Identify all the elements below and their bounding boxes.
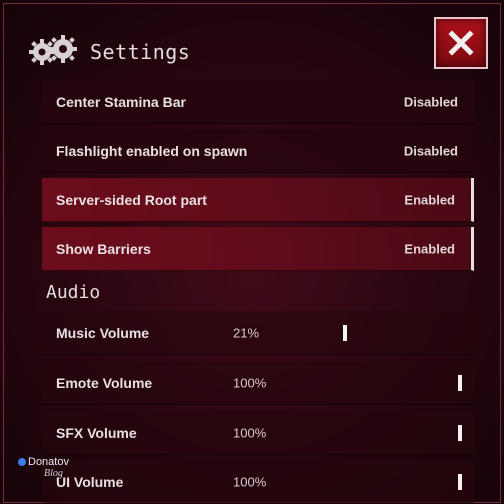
- volume-slider[interactable]: [312, 375, 462, 391]
- page-title: Settings: [90, 40, 191, 64]
- section-title-audio: Audio: [46, 282, 101, 303]
- setting-row-center-stamina-bar[interactable]: Center Stamina Bar Disabled: [42, 80, 474, 124]
- setting-label: Center Stamina Bar: [56, 93, 186, 110]
- slider-row-ui-volume: UI Volume 100%: [42, 460, 474, 504]
- setting-row-show-barriers[interactable]: Show Barriers Enabled: [42, 227, 474, 271]
- slider-knob[interactable]: [458, 425, 462, 441]
- setting-label: Server-sided Root part: [56, 191, 207, 208]
- gears-icon: [28, 35, 80, 69]
- slider-label: SFX Volume: [56, 424, 137, 441]
- settings-header: Settings: [28, 34, 190, 70]
- slider-row-music-volume: Music Volume 21%: [42, 311, 474, 355]
- slider-knob[interactable]: [342, 325, 347, 341]
- setting-row-flashlight-on-spawn[interactable]: Flashlight enabled on spawn Disabled: [42, 129, 474, 173]
- setting-value[interactable]: Enabled: [404, 241, 455, 256]
- setting-row-server-sided-root-part[interactable]: Server-sided Root part Enabled: [42, 178, 474, 222]
- setting-value[interactable]: Disabled: [404, 143, 458, 158]
- volume-slider[interactable]: [312, 425, 462, 441]
- volume-slider[interactable]: [312, 474, 462, 490]
- setting-label: Flashlight enabled on spawn: [56, 142, 248, 159]
- setting-label: Show Barriers: [56, 240, 151, 257]
- slider-knob[interactable]: [458, 375, 462, 391]
- slider-value: 100%: [233, 474, 267, 489]
- settings-panel: Settings Center Stamina Bar Disabled Fla…: [3, 3, 501, 504]
- setting-value[interactable]: Enabled: [404, 192, 455, 207]
- slider-label: Music Volume: [56, 324, 150, 341]
- slider-label: UI Volume: [56, 473, 124, 490]
- close-icon: [448, 30, 474, 56]
- close-button[interactable]: [434, 17, 488, 69]
- slider-label: Emote Volume: [56, 374, 153, 391]
- watermark-dot-icon: [18, 458, 26, 467]
- slider-knob[interactable]: [458, 474, 462, 490]
- slider-row-sfx-volume: SFX Volume 100%: [42, 411, 474, 455]
- setting-value[interactable]: Disabled: [404, 94, 458, 109]
- slider-value: 100%: [233, 375, 267, 390]
- watermark-name: Donatov: [28, 456, 69, 468]
- volume-slider[interactable]: [312, 325, 462, 341]
- slider-value: 100%: [233, 425, 267, 440]
- slider-value: 21%: [233, 325, 260, 340]
- slider-row-emote-volume: Emote Volume 100%: [42, 361, 474, 405]
- watermark-sub: Blog: [44, 468, 63, 479]
- watermark: Donatov Blog: [18, 456, 69, 479]
